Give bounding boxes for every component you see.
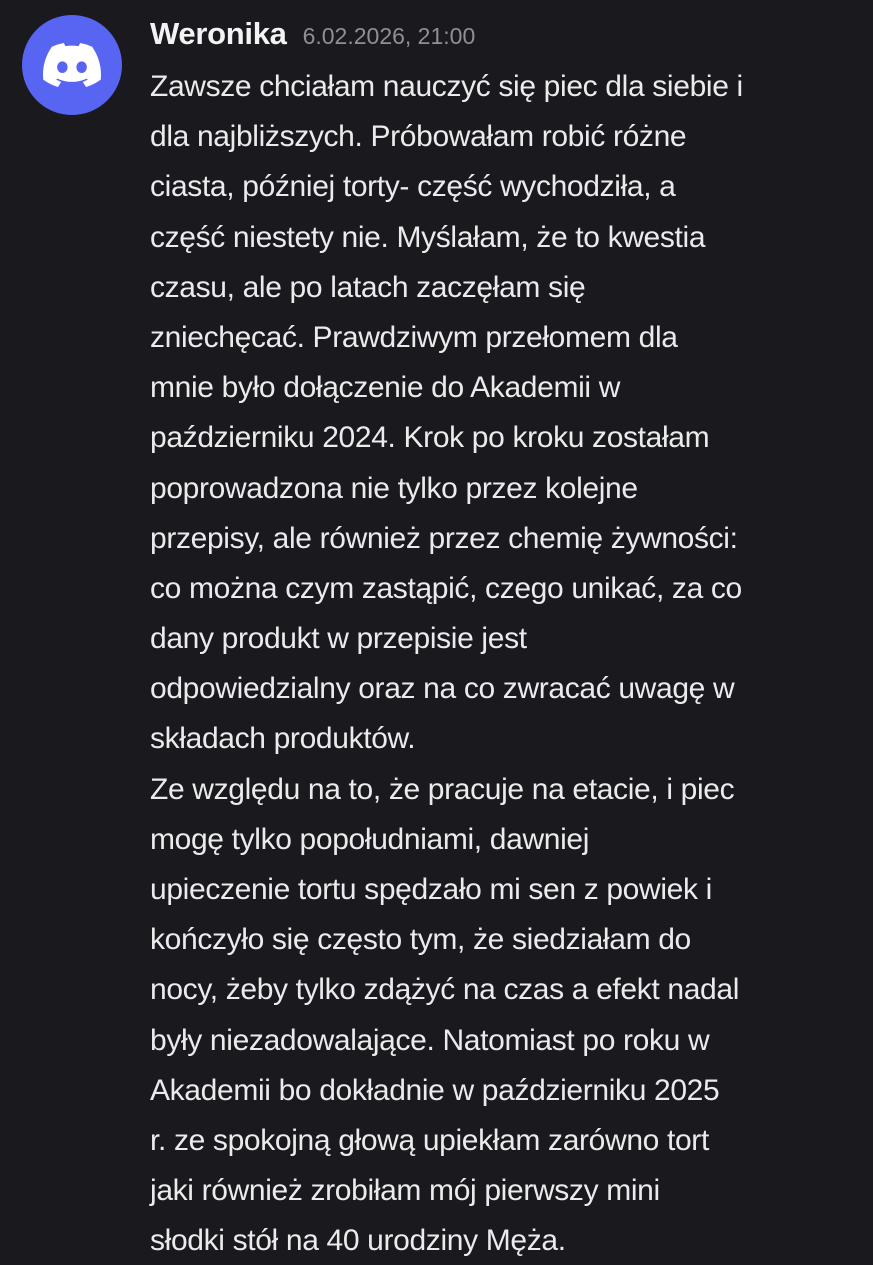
- message-line: ciasta, później torty- część wychodziła,…: [150, 170, 676, 204]
- message-line: jaki również zrobiłam mój pierwszy mini: [150, 1174, 660, 1208]
- message-line: kończyło się często tym, że siedziałam d…: [150, 923, 691, 957]
- message-line: co można czym zastąpić, czego unikać, za…: [150, 571, 742, 605]
- message-line: składach produktów.: [150, 722, 416, 756]
- message-line: nocy, żeby tylko zdążyć na czas a efekt …: [150, 973, 740, 1007]
- message-line: dany produkt w przepisie jest: [150, 622, 527, 656]
- message-line: część niestety nie. Myślałam, że to kwes…: [150, 220, 706, 254]
- chat-message: Weronika 6.02.2026, 21:00 Zawsze chciała…: [0, 0, 873, 1265]
- message-header: Weronika 6.02.2026, 21:00: [150, 16, 475, 60]
- message-line: czasu, ale po latach zaczęłam się: [150, 270, 586, 304]
- message-line: październiku 2024. Krok po kroku została…: [150, 421, 710, 455]
- message-line: odpowiedzialny oraz na co zwracać uwagę …: [150, 672, 735, 706]
- discord-logo-icon: [43, 43, 101, 87]
- message-line: były niezadowalające. Natomiast po roku …: [150, 1023, 710, 1057]
- message-line: Zawsze chciałam nauczyć się piec dla sie…: [150, 70, 743, 103]
- avatar[interactable]: [22, 15, 122, 115]
- message-line: mogę tylko popołudniami, dawniej: [150, 822, 590, 856]
- message-line: zniechęcać. Prawdziwym przełomem dla: [150, 320, 678, 354]
- message-content: Zawsze chciałam nauczyć się piec dla sie…: [150, 62, 855, 1265]
- message-line: Akademii bo dokładnie w październiku 202…: [150, 1073, 720, 1107]
- message-line: poprowadzona nie tylko przez kolejne: [150, 471, 638, 505]
- username[interactable]: Weronika: [150, 16, 287, 52]
- message-timestamp: 6.02.2026, 21:00: [302, 23, 476, 49]
- message-line: mnie było dołączenie do Akademii w: [150, 371, 621, 405]
- message-line: przepisy, ale również przez chemię żywno…: [150, 521, 738, 555]
- message-line: dla najbliższych. Próbowałam robić różne: [150, 120, 687, 154]
- message-line: Ze względu na to, że pracuje na etacie, …: [150, 772, 735, 806]
- message-line: słodki stół na 40 urodziny Męża.: [150, 1224, 566, 1258]
- message-line: r. ze spokojną głową upiekłam zarówno to…: [150, 1123, 709, 1157]
- message-line: upieczenie tortu spędzało mi sen z powie…: [150, 873, 712, 906]
